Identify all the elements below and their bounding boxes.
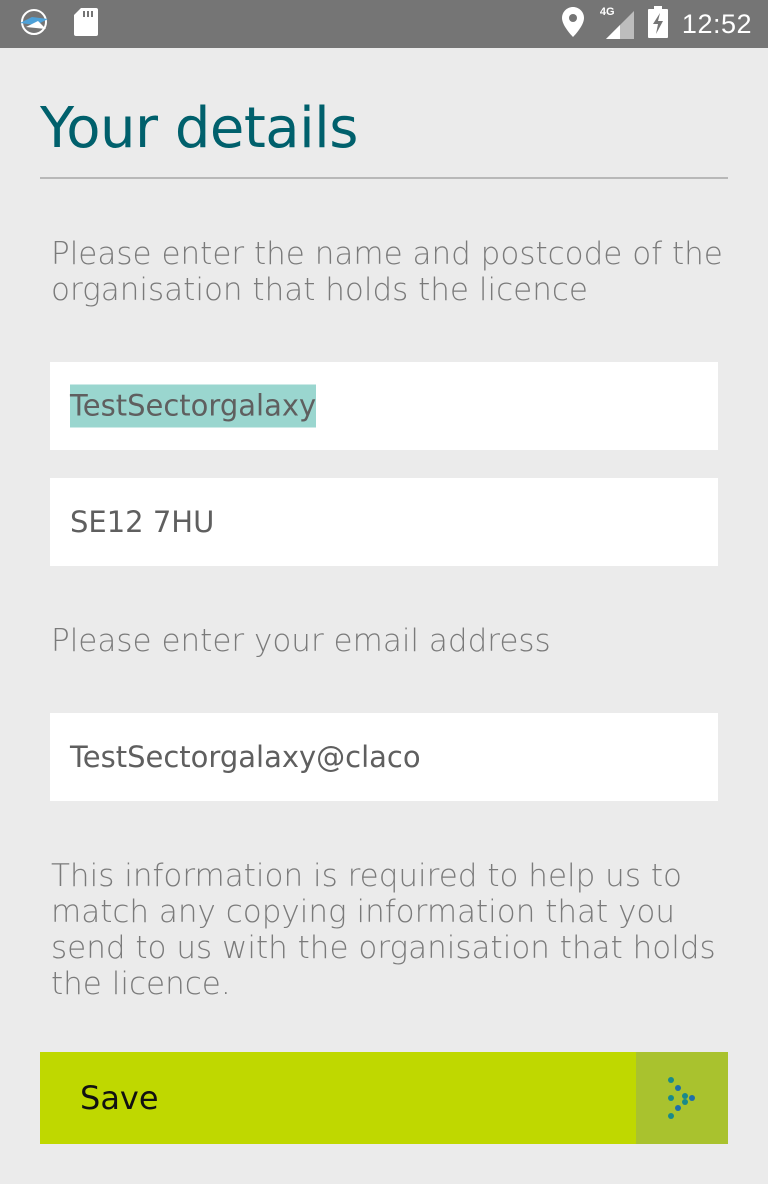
info-text: This information is required to help us …	[51, 858, 716, 1002]
organisation-name-field[interactable]: TestSectorgalaxy	[50, 362, 718, 450]
email-instruction: Please enter your email address	[51, 623, 551, 659]
organisation-name-value: TestSectorgalaxy	[70, 384, 317, 428]
organisation-instruction: Please enter the name and postcode of th…	[51, 236, 723, 308]
save-button-label: Save	[80, 1079, 159, 1117]
app-logo-icon	[18, 7, 52, 41]
sd-card-icon	[74, 8, 98, 40]
postcode-value: SE12 7HU	[70, 505, 215, 539]
postcode-field[interactable]: SE12 7HU	[50, 478, 718, 566]
location-icon	[561, 7, 584, 41]
save-arrow-area[interactable]	[636, 1052, 728, 1144]
clock: 12:52	[681, 8, 752, 39]
status-bar: 4G 12:52	[0, 0, 768, 48]
page-title: Your details	[40, 96, 358, 161]
title-divider	[40, 177, 728, 179]
save-button[interactable]: Save	[40, 1052, 728, 1144]
dotted-arrow-icon	[666, 1076, 698, 1124]
signal-icon: 4G	[598, 6, 634, 39]
email-field[interactable]: TestSectorgalaxy@claco	[50, 713, 718, 801]
battery-charging-icon	[647, 6, 668, 42]
email-value: TestSectorgalaxy@claco	[70, 740, 421, 774]
